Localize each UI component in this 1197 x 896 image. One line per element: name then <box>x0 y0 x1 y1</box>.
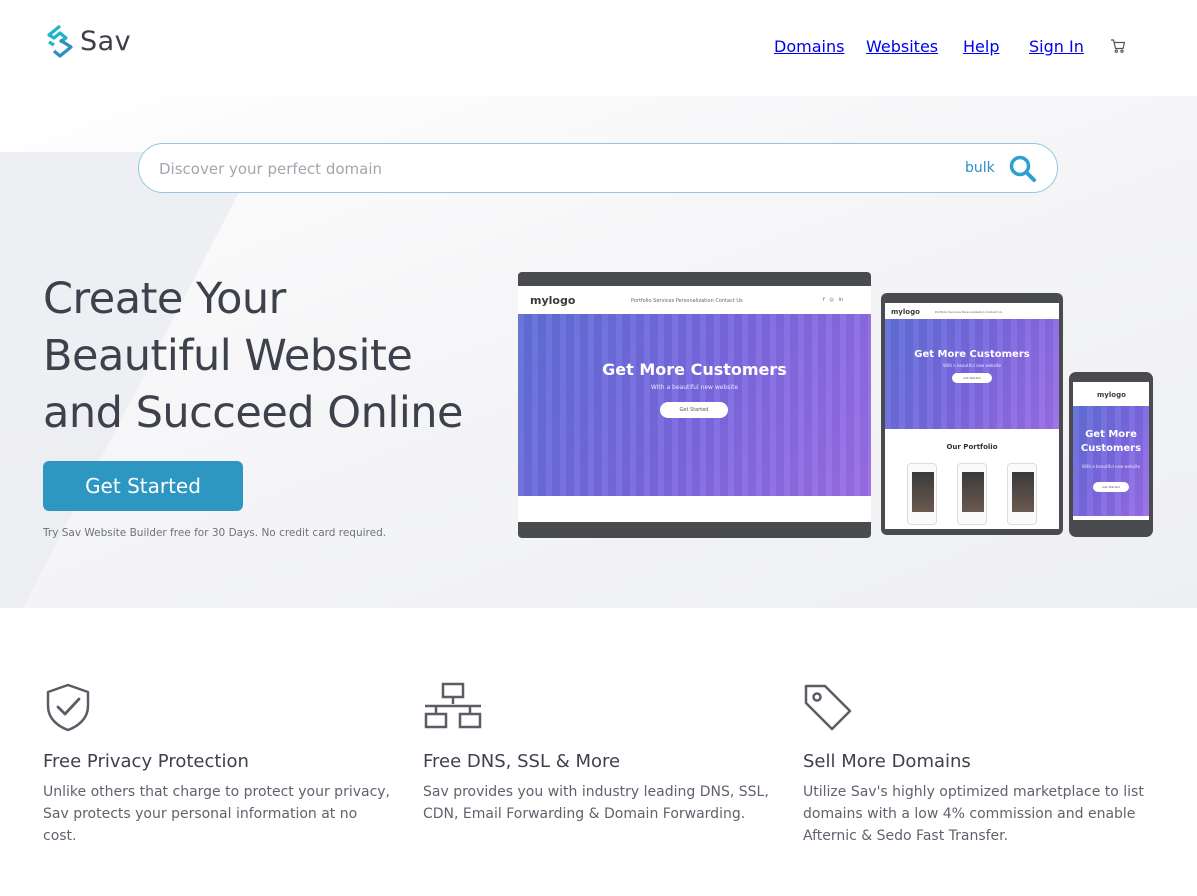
mock-logo: mylogo <box>530 294 576 307</box>
features-section: Free Privacy Protection Unlike others th… <box>0 608 1197 896</box>
mock-portfolio-title: Our Portfolio <box>946 443 998 451</box>
mock-hero-button: Get Started <box>660 402 728 418</box>
hero-section: bulk Create Your Beautiful Website and S… <box>0 96 1197 608</box>
headline-line: Create Your <box>43 274 286 324</box>
feature-text: Sav provides you with industry leading D… <box>423 784 769 822</box>
mock-nav: mylogo Portfolio Services Personalizatio… <box>518 286 871 314</box>
network-icon <box>424 682 482 729</box>
mock-hero-banner: Get More Customers With a beautiful new … <box>1073 406 1149 516</box>
feature-text: Unlike others that charge to protect you… <box>43 784 391 844</box>
cta-note: Try Sav Website Builder free for 30 Days… <box>43 527 387 539</box>
phone-mockup: mylogo Get More Customers With a beautif… <box>1069 372 1153 537</box>
domain-search-bar: bulk <box>138 143 1058 193</box>
mock-hero-subtitle: With a beautiful new website <box>1081 464 1141 469</box>
tablet-mockup: mylogo Portfolio Services Personalizatio… <box>881 293 1063 535</box>
brand-logo[interactable]: Sav <box>44 24 131 58</box>
mock-hero-button: Get Started <box>952 373 992 383</box>
portfolio-thumb <box>1007 463 1037 525</box>
get-started-button[interactable]: Get Started <box>43 461 243 511</box>
mock-social-icons: f ◎ in <box>823 297 844 303</box>
feature-title: Free DNS, SSL & More <box>423 751 621 772</box>
feature-title: Sell More Domains <box>803 751 971 772</box>
portfolio-thumb <box>957 463 987 525</box>
top-bar: Sav Domains Websites Help Sign In <box>0 0 1197 96</box>
desktop-screen: mylogo Portfolio Services Personalizatio… <box>518 286 871 522</box>
tag-icon <box>804 684 852 731</box>
portfolio-thumb <box>907 463 937 525</box>
mock-nav-links: Portfolio Services Personalization Conta… <box>631 298 743 304</box>
mock-logo: mylogo <box>1097 391 1126 399</box>
mock-hero-subtitle: With a beautiful new website <box>942 363 1002 368</box>
mock-hero-button: Get Started <box>1093 482 1129 492</box>
mock-hero-title: Get More Customers <box>602 360 787 379</box>
mock-hero-subtitle: With a beautiful new website <box>650 384 739 391</box>
hero-headline: Create Your Beautiful Website and Succee… <box>43 271 513 442</box>
shield-check-icon <box>46 683 90 732</box>
desktop-mockup: mylogo Portfolio Services Personalizatio… <box>518 272 871 538</box>
tablet-screen: mylogo Portfolio Services Personalizatio… <box>885 303 1059 529</box>
mock-hero-banner: Get More Customers With a beautiful new … <box>885 319 1059 429</box>
headline-line: Beautiful Website <box>43 331 413 381</box>
mock-hero-title: Get More Customers <box>1080 429 1142 454</box>
bulk-search-link[interactable]: bulk <box>965 160 995 176</box>
feature-title: Free Privacy Protection <box>43 751 249 772</box>
mock-hero-banner: Get More Customers With a beautiful new … <box>518 314 871 496</box>
mock-nav-links: Portfolio Services Personalization Conta… <box>935 310 1002 314</box>
search-icon[interactable] <box>1007 153 1039 185</box>
domain-search-input[interactable] <box>159 156 919 182</box>
headline-line: and Succeed Online <box>43 388 463 438</box>
brand-name: Sav <box>80 25 132 57</box>
feature-text: Utilize Sav's highly optimized marketpla… <box>803 784 1144 844</box>
phone-screen: mylogo Get More Customers With a beautif… <box>1073 382 1149 520</box>
shopping-cart-icon[interactable] <box>1110 38 1126 54</box>
mock-hero-title: Get More Customers <box>914 349 1030 360</box>
sav-logo-icon <box>47 24 73 58</box>
mock-logo: mylogo <box>891 308 920 316</box>
